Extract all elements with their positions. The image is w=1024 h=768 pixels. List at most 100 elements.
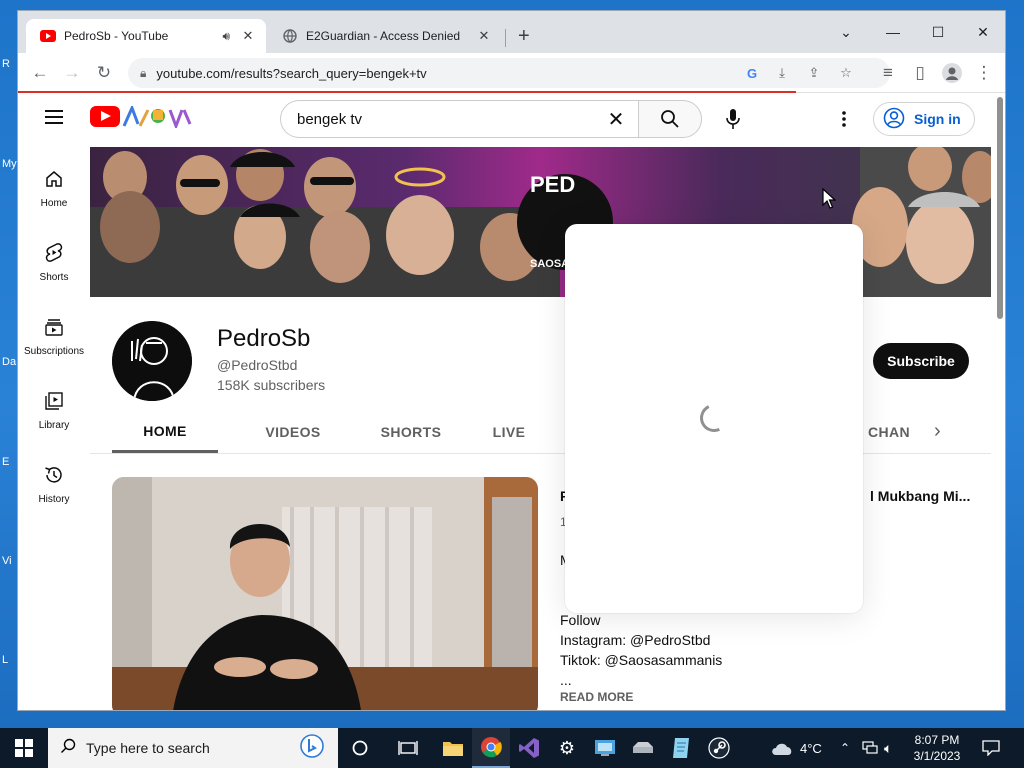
drive-icon[interactable] xyxy=(624,728,662,768)
share-icon[interactable]: ⇪ xyxy=(806,65,822,81)
tab-e2guardian[interactable]: E2Guardian - Access Denied ✕ xyxy=(268,19,502,53)
tab-channels[interactable]: CHAN xyxy=(868,411,928,453)
clear-search-icon[interactable]: ✕ xyxy=(604,107,628,131)
address-bar[interactable]: 🔒︎ youtube.com/results?search_query=beng… xyxy=(128,58,890,88)
forward-icon[interactable]: → xyxy=(60,61,84,85)
search-input[interactable]: bengek tv ✕ xyxy=(280,100,638,138)
close-tab-icon[interactable]: ✕ xyxy=(240,28,256,44)
media-control-icon[interactable]: ≡ xyxy=(876,61,900,85)
back-icon[interactable]: ← xyxy=(28,61,52,85)
subscribe-button[interactable]: Subscribe xyxy=(873,343,969,379)
close-window-icon[interactable]: ✕ xyxy=(960,17,1005,47)
featured-video-player[interactable] xyxy=(112,477,538,710)
tab-youtube[interactable]: PedroSb - YouTube 🔊︎ ✕ xyxy=(26,19,266,53)
tab-strip: PedroSb - YouTube 🔊︎ ✕ E2Guardian - Acce… xyxy=(18,11,1005,53)
close-tab-icon[interactable]: ✕ xyxy=(476,28,492,44)
desktop-icon-label[interactable]: E xyxy=(2,456,9,468)
guide-item-label: History xyxy=(38,494,70,505)
install-icon[interactable]: ⤓ xyxy=(774,65,790,81)
bing-icon[interactable] xyxy=(300,733,324,763)
desktop-icon-label[interactable]: Vi xyxy=(2,555,12,567)
taskbar: Type here to search ⚙ 4°C ⌃ 🔈︎ 8:07 PM 3… xyxy=(0,728,1024,768)
home-icon xyxy=(42,167,66,191)
settings-dropdown-popup xyxy=(565,224,863,613)
youtube-header: bengek tv ✕ Sign in xyxy=(18,93,991,143)
scrollbar-thumb[interactable] xyxy=(997,97,1003,319)
tab-home[interactable]: HOME xyxy=(112,411,218,453)
search-query-text[interactable]: bengek tv xyxy=(297,111,604,128)
desktop-icon-label[interactable]: Da xyxy=(2,356,16,368)
tab-title: E2Guardian - Access Denied xyxy=(306,29,461,43)
guide-item-label: Subscriptions xyxy=(23,346,85,357)
chrome-taskbar-icon[interactable] xyxy=(472,728,510,768)
page-scrollbar[interactable] xyxy=(993,93,1005,710)
taskbar-search-placeholder[interactable]: Type here to search xyxy=(86,740,300,756)
notifications-icon[interactable] xyxy=(982,728,1000,768)
youtube-doodle-logo[interactable] xyxy=(122,106,194,128)
steam-icon[interactable] xyxy=(700,728,738,768)
settings-menu-icon[interactable] xyxy=(832,107,856,131)
weather-widget[interactable]: 4°C xyxy=(770,728,822,768)
youtube-page: bengek tv ✕ Sign in Home Shorts Subscrip… xyxy=(18,93,991,710)
task-view-icon[interactable] xyxy=(389,728,427,768)
more-menu-icon[interactable]: ⋮ xyxy=(972,61,996,85)
profile-icon[interactable] xyxy=(940,61,964,85)
audio-playing-icon[interactable]: 🔊︎ xyxy=(222,29,230,44)
address-url[interactable]: youtube.com/results?search_query=bengek+… xyxy=(156,66,426,81)
minimize-icon[interactable]: — xyxy=(870,17,916,47)
maximize-icon[interactable]: ☐ xyxy=(915,17,961,47)
desktop-icon-label[interactable]: L xyxy=(2,654,8,666)
file-explorer-icon[interactable] xyxy=(434,728,472,768)
desktop-icon-label[interactable]: R xyxy=(2,58,10,70)
channel-handle: @PedroStbd xyxy=(217,357,298,373)
browser-window: PedroSb - YouTube 🔊︎ ✕ E2Guardian - Acce… xyxy=(17,10,1006,711)
guide-item-home[interactable]: Home xyxy=(18,149,90,223)
guide-item-subscriptions[interactable]: Subscriptions xyxy=(18,297,90,371)
history-icon xyxy=(42,463,66,487)
taskbar-clock[interactable]: 8:07 PM 3/1/2023 xyxy=(904,732,970,764)
lock-icon[interactable]: 🔒︎ xyxy=(140,66,146,81)
browser-toolbar: ← → ↻ 🔒︎ youtube.com/results?search_quer… xyxy=(18,53,1005,93)
tab-live[interactable]: LIVE xyxy=(464,411,554,453)
library-icon xyxy=(42,389,66,413)
tab-shorts[interactable]: SHORTS xyxy=(356,411,466,453)
tab-search-chevron-icon[interactable]: ⌄ xyxy=(823,17,869,47)
cortana-icon[interactable] xyxy=(341,728,379,768)
network-icon[interactable] xyxy=(862,728,878,768)
new-tab-icon[interactable]: + xyxy=(518,26,530,46)
settings-gear-icon[interactable]: ⚙ xyxy=(548,728,586,768)
bookmark-star-icon[interactable]: ☆ xyxy=(838,65,854,81)
guide-menu-icon[interactable] xyxy=(45,110,63,124)
notepad-icon[interactable] xyxy=(662,728,700,768)
video-thumbnail xyxy=(112,477,538,710)
guide-item-label: Home xyxy=(40,198,68,209)
start-button[interactable] xyxy=(0,728,48,768)
volume-icon[interactable]: 🔈︎ xyxy=(884,728,892,768)
description-line: ... xyxy=(560,672,572,688)
search-icon xyxy=(661,110,679,128)
sign-in-button[interactable]: Sign in xyxy=(873,102,975,136)
desktop-icon-label[interactable]: My xyxy=(2,158,17,170)
featured-video-title-end[interactable]: l Mukbang Mi... xyxy=(870,488,970,504)
clock-date: 3/1/2023 xyxy=(913,749,961,763)
tab-title: PedroSb - YouTube xyxy=(64,29,169,43)
control-panel-icon[interactable] xyxy=(586,728,624,768)
channel-avatar[interactable] xyxy=(112,321,192,401)
search-button[interactable] xyxy=(638,100,702,138)
banner-logo-text: PED xyxy=(530,172,575,197)
reload-icon[interactable]: ↻ xyxy=(92,61,116,85)
guide-item-shorts[interactable]: Shorts xyxy=(18,223,90,297)
guide-item-library[interactable]: Library xyxy=(18,371,90,445)
tab-videos[interactable]: VIDEOS xyxy=(238,411,348,453)
show-hidden-icons-chevron-icon[interactable]: ⌃ xyxy=(840,728,850,768)
channel-name: PedroSb xyxy=(217,325,311,352)
read-more-link[interactable]: READ MORE xyxy=(560,690,633,704)
side-panel-icon[interactable]: ▯ xyxy=(908,61,932,85)
voice-search-button[interactable] xyxy=(714,100,752,138)
visual-studio-icon[interactable] xyxy=(510,728,548,768)
chevron-right-icon[interactable]: › xyxy=(934,420,941,443)
guide-item-history[interactable]: History xyxy=(18,445,90,519)
google-translate-icon[interactable]: G xyxy=(744,65,760,81)
youtube-logo-icon[interactable] xyxy=(90,106,120,127)
taskbar-search-box[interactable]: Type here to search xyxy=(48,728,338,768)
